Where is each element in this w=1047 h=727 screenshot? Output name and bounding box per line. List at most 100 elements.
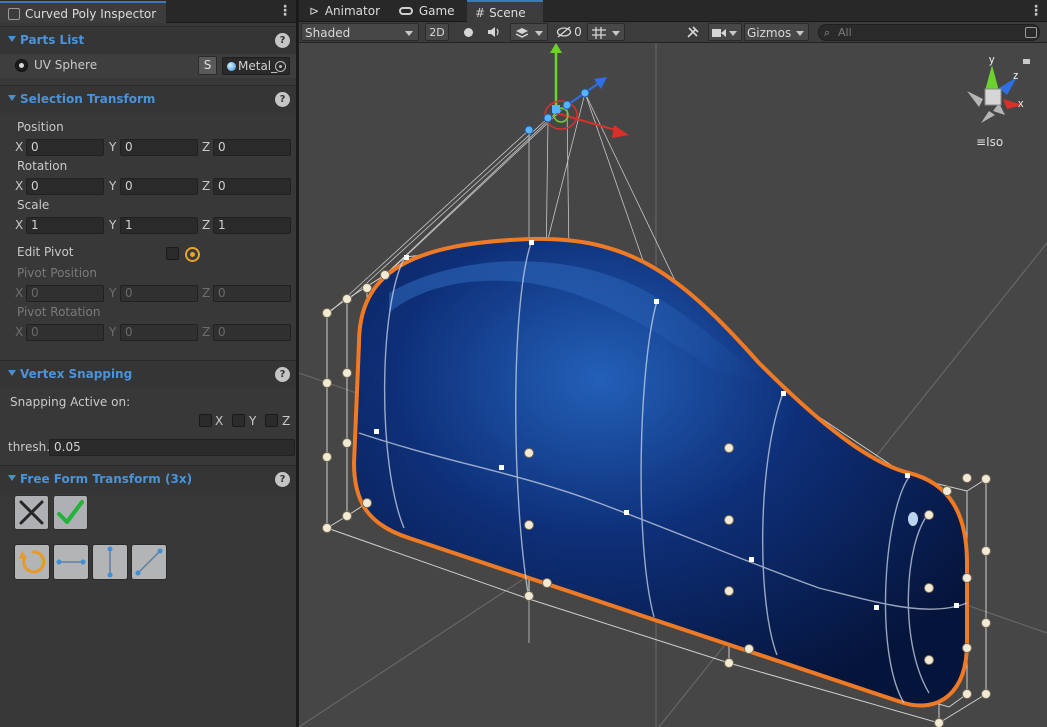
rotation-z-axis-label: Z: [202, 179, 211, 193]
scene-render: y z x: [299, 43, 1047, 727]
pivot-position-y-axis-label: Y: [109, 286, 117, 300]
tools-icon[interactable]: [683, 23, 703, 41]
help-icon[interactable]: ?: [275, 367, 290, 382]
s-button[interactable]: S: [198, 56, 217, 75]
rotate-tool-button[interactable]: [14, 544, 50, 580]
orientation-y-label: y: [989, 54, 995, 66]
pivot-rotation-y-field: 0: [120, 324, 198, 341]
free-form-transform-title: Free Form Transform (3x): [20, 472, 193, 486]
grid-dropdown[interactable]: [587, 23, 625, 41]
pivot-position-y-field: 0: [120, 285, 198, 302]
scene-panel: ⊳ Animator Game # Scene ⋮ Shaded 2D 0 Gi…: [299, 0, 1047, 727]
position-label: Position: [17, 120, 64, 134]
inspector-menu-icon[interactable]: ⋮: [278, 2, 292, 20]
tab-curved-poly-inspector[interactable]: Curved Poly Inspector: [0, 1, 166, 23]
search-placeholder: All: [838, 26, 852, 39]
2d-toggle-button[interactable]: 2D: [425, 23, 449, 41]
scale-x-axis-label: X: [15, 218, 24, 232]
align-diagonal-button[interactable]: [131, 544, 167, 580]
rotation-z-field[interactable]: 0: [213, 178, 291, 195]
snap-z-label: Z: [282, 414, 291, 428]
chevron-down-icon: [535, 31, 543, 36]
shading-mode-dropdown[interactable]: Shaded: [301, 23, 419, 41]
inspector-tab-icon: [8, 8, 20, 20]
align-horizontal-button[interactable]: [53, 544, 89, 580]
hash-icon: #: [475, 6, 486, 20]
layers-icon: [515, 28, 529, 38]
scene-menu-icon[interactable]: ⋮: [1029, 2, 1043, 20]
projection-label: Iso: [986, 135, 1004, 149]
snap-y-checkbox[interactable]: [232, 414, 245, 427]
tab-animator[interactable]: ⊳ Animator: [301, 0, 388, 22]
help-icon[interactable]: ?: [275, 472, 290, 487]
chevron-down-icon: [612, 31, 620, 36]
x-icon: [19, 500, 44, 525]
search-options-icon[interactable]: [1025, 27, 1037, 38]
projection-toggle[interactable]: ≡Iso: [976, 135, 1003, 149]
scene-viewport[interactable]: y z x ≡Iso: [299, 43, 1047, 727]
object-picker-icon[interactable]: [275, 61, 286, 72]
radio-selected-icon[interactable]: [15, 59, 28, 72]
vertical-line-icon: [107, 546, 113, 578]
rotate-icon: [19, 550, 46, 574]
tab-scene[interactable]: # Scene: [467, 0, 543, 22]
camera-dropdown[interactable]: [708, 23, 742, 41]
foldout-arrow-icon: [8, 475, 16, 481]
position-y-field[interactable]: 0: [120, 139, 198, 156]
shading-mode-value: Shaded: [305, 26, 351, 40]
position-z-field[interactable]: 0: [213, 139, 291, 156]
pivot-position-x-field: 0: [26, 285, 104, 302]
rotation-x-axis-label: X: [15, 179, 24, 193]
pivot-rotation-x-axis-label: X: [15, 325, 24, 339]
help-icon[interactable]: ?: [275, 92, 290, 107]
effects-dropdown[interactable]: [510, 23, 548, 41]
thresh-label: thresh.: [8, 440, 51, 454]
parts-list-header[interactable]: Parts List ?: [0, 26, 296, 54]
lock-icon[interactable]: [1023, 59, 1030, 64]
scale-y-field[interactable]: 1: [120, 217, 198, 234]
edit-pivot-checkbox[interactable]: [166, 247, 179, 260]
position-y-axis-label: Y: [109, 140, 117, 154]
vertex-snapping-header[interactable]: Vertex Snapping ?: [0, 360, 296, 388]
horizontal-line-icon: [56, 559, 86, 565]
hidden-objects-toggle[interactable]: 0: [555, 23, 583, 41]
foldout-arrow-icon: [8, 95, 16, 101]
position-z-axis-label: Z: [202, 140, 211, 154]
edit-pivot-label: Edit Pivot: [17, 245, 74, 259]
free-form-transform-header[interactable]: Free Form Transform (3x) ?: [0, 465, 296, 493]
position-x-field[interactable]: 0: [26, 139, 104, 156]
snap-y-label: Y: [249, 414, 257, 428]
orientation-gizmo[interactable]: y z x: [967, 54, 1030, 123]
checkmark-icon: [57, 500, 84, 524]
scene-search-input[interactable]: ⌕ All: [818, 24, 1040, 41]
tab-game[interactable]: Game: [391, 0, 463, 22]
gizmos-dropdown[interactable]: Gizmos: [744, 23, 809, 41]
pivot-target-icon[interactable]: [185, 247, 200, 262]
inspector-tab-label: Curved Poly Inspector: [25, 7, 157, 21]
align-vertical-button[interactable]: [92, 544, 128, 580]
cancel-button[interactable]: [14, 495, 49, 530]
scale-z-field[interactable]: 1: [213, 217, 291, 234]
audio-toggle-icon[interactable]: [485, 23, 503, 41]
pivot-position-z-field: 0: [213, 285, 291, 302]
menu-lines-icon: ≡: [976, 135, 987, 149]
rotation-y-field[interactable]: 0: [120, 178, 198, 195]
camera-icon: [712, 29, 726, 37]
material-field[interactable]: Metal_: [222, 57, 290, 75]
lighting-toggle-icon[interactable]: [459, 23, 477, 41]
curved-poly-inspector-panel: Curved Poly Inspector ⋮ Parts List ? UV …: [0, 0, 298, 727]
scale-x-field[interactable]: 1: [26, 217, 104, 234]
selection-transform-header[interactable]: Selection Transform ?: [0, 85, 296, 113]
snap-z-checkbox[interactable]: [265, 414, 278, 427]
pivot-rotation-z-field: 0: [213, 324, 291, 341]
pivot-rotation-z-axis-label: Z: [202, 325, 211, 339]
help-icon[interactable]: ?: [275, 33, 290, 48]
rotation-label: Rotation: [17, 159, 68, 173]
rotation-x-field[interactable]: 0: [26, 178, 104, 195]
thresh-field[interactable]: 0.05: [49, 439, 295, 456]
apply-button[interactable]: [53, 495, 88, 530]
snap-x-checkbox[interactable]: [199, 414, 212, 427]
pivot-rotation-label: Pivot Rotation: [17, 305, 101, 319]
scene-tabbar: ⊳ Animator Game # Scene ⋮: [299, 0, 1047, 22]
parts-list-item[interactable]: UV Sphere S Metal_: [0, 54, 296, 78]
